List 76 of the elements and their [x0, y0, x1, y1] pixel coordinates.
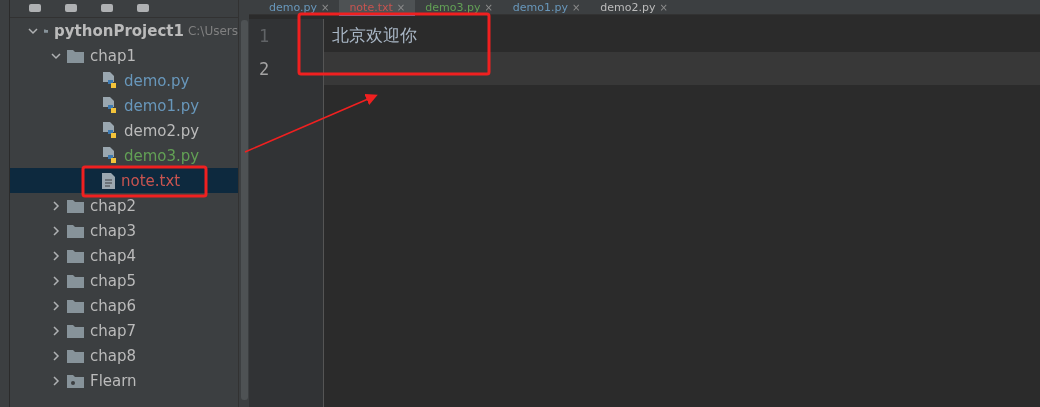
tree-item[interactable]: chap1: [10, 43, 238, 68]
folder-icon: [67, 323, 84, 338]
tree-item[interactable]: pythonProject1 C:\Users: [10, 18, 238, 43]
chevron-right-icon[interactable]: [51, 250, 61, 261]
folder-icon: [67, 373, 84, 388]
file-name: demo1.py: [124, 96, 200, 115]
python-file-icon: [102, 97, 118, 114]
folder-icon: [67, 248, 84, 263]
chevron-right-icon[interactable]: [51, 300, 61, 311]
toolbar-icon[interactable]: [64, 3, 78, 14]
chevron-right-icon[interactable]: [51, 200, 61, 211]
folder-icon: [67, 348, 84, 363]
file-name: chap6: [90, 296, 136, 315]
folder-icon: [67, 223, 84, 238]
chevron-right-icon[interactable]: [51, 275, 61, 286]
file-name: chap2: [90, 196, 136, 215]
tab-label: demo1.py: [512, 0, 568, 14]
tree-item[interactable]: demo2.py: [10, 118, 238, 143]
python-file-icon: [102, 147, 118, 164]
tree-item[interactable]: chap2: [10, 193, 238, 218]
file-name: note.txt: [121, 171, 181, 190]
editor-tab[interactable]: demo2.py ×: [590, 0, 678, 14]
toolbar-icon[interactable]: [28, 3, 42, 14]
file-name: demo2.py: [124, 121, 200, 140]
tree-item[interactable]: chap8: [10, 343, 238, 368]
tree-item[interactable]: demo3.py: [10, 143, 238, 168]
file-name: chap7: [90, 321, 136, 340]
chevron-right-icon[interactable]: [51, 350, 61, 361]
tree-item[interactable]: chap3: [10, 218, 238, 243]
tree-item[interactable]: demo1.py: [10, 93, 238, 118]
tab-label: demo2.py: [600, 0, 656, 14]
python-file-icon: [102, 122, 118, 139]
scrollbar[interactable]: [240, 20, 248, 400]
file-name: chap3: [90, 221, 136, 240]
chevron-down-icon[interactable]: [51, 50, 61, 61]
folder-icon: [67, 198, 84, 213]
close-icon[interactable]: ×: [571, 1, 581, 13]
tree-item[interactable]: chap6: [10, 293, 238, 318]
code-text: 北京欢迎你: [332, 24, 417, 47]
tree-item[interactable]: demo.py: [10, 68, 238, 93]
folder-icon: [67, 48, 84, 63]
tab-label: demo.py: [269, 0, 317, 14]
close-icon[interactable]: ×: [321, 1, 330, 13]
chevron-right-icon[interactable]: [51, 375, 61, 386]
folder-icon: [67, 273, 84, 288]
file-name: chap1: [90, 46, 136, 65]
toolbar-icon[interactable]: [100, 3, 114, 14]
file-name: chap5: [90, 271, 136, 290]
tree-item[interactable]: chap4: [10, 243, 238, 268]
tree-item[interactable]: Flearn: [10, 368, 238, 393]
file-name: pythonProject1: [54, 21, 184, 40]
tab-label: note.txt: [349, 0, 393, 14]
editor-tab[interactable]: demo1.py ×: [502, 0, 591, 14]
file-name: demo3.py: [124, 146, 200, 165]
python-file-icon: [102, 72, 118, 89]
chevron-down-icon[interactable]: [28, 25, 38, 36]
tab-label: demo3.py: [425, 0, 481, 14]
chevron-right-icon[interactable]: [51, 225, 61, 236]
tree-item[interactable]: chap7: [10, 318, 238, 343]
file-name: Flearn: [90, 371, 137, 390]
line-number: 2: [258, 57, 271, 81]
tree-item[interactable]: note.txt: [10, 168, 238, 193]
text-file-icon: [102, 172, 115, 189]
project-path: C:\Users: [187, 23, 238, 38]
close-icon[interactable]: ×: [659, 1, 668, 13]
folder-icon: [67, 298, 84, 313]
editor-tab[interactable]: demo.py ×: [259, 0, 340, 14]
file-name: chap8: [90, 346, 136, 365]
file-name: chap4: [90, 246, 136, 265]
tree-item[interactable]: chap5: [10, 268, 238, 293]
close-icon[interactable]: ×: [396, 1, 406, 13]
editor-tab[interactable]: demo3.py ×: [415, 0, 503, 14]
file-name: demo.py: [124, 71, 190, 90]
close-icon[interactable]: ×: [484, 1, 493, 13]
chevron-right-icon[interactable]: [51, 325, 61, 336]
toolbar-icon[interactable]: [136, 3, 150, 14]
